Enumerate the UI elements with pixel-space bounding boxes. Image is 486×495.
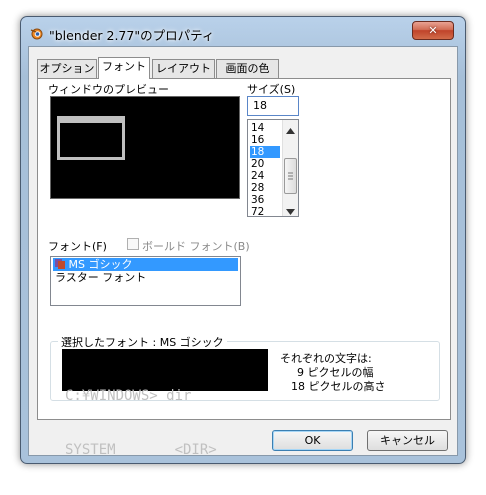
- tab-label: フォント: [102, 60, 146, 73]
- size-option[interactable]: 20: [250, 158, 280, 170]
- cancel-button[interactable]: キャンセル: [367, 430, 448, 451]
- scrollbar-thumb[interactable]: [284, 158, 297, 194]
- bold-font-label: ボールド フォント(B): [142, 240, 250, 253]
- size-option[interactable]: 36: [250, 194, 280, 206]
- font-option-selected[interactable]: MS ゴシック: [53, 258, 238, 271]
- tab-layout[interactable]: レイアウト: [152, 59, 215, 78]
- sample-line: C:¥WINDOWS> dir: [65, 388, 192, 404]
- truetype-font-icon: [55, 259, 65, 269]
- size-option-selected[interactable]: 18: [250, 146, 280, 158]
- font-tab-panel: ウィンドウのプレビュー サイズ(S) 18 14 16 18 20 24 28 …: [37, 78, 451, 458]
- font-option-label: MS ゴシック: [68, 258, 133, 271]
- size-list[interactable]: 14 16 18 20 24 28 36 72: [247, 119, 299, 217]
- sample-line: SYSTEM <DIR>: [65, 442, 217, 458]
- size-option[interactable]: 72: [250, 206, 280, 216]
- ok-button[interactable]: OK: [272, 430, 353, 451]
- font-list[interactable]: MS ゴシック ラスター フォント: [50, 256, 241, 306]
- size-option[interactable]: 24: [250, 170, 280, 182]
- preview-mini-titlebar: [60, 119, 122, 123]
- close-icon: ✕: [428, 24, 438, 37]
- selected-font-title: 選択したフォント : MS ゴシック: [58, 334, 227, 350]
- size-option[interactable]: 28: [250, 182, 280, 194]
- scroll-up-icon[interactable]: [286, 124, 295, 137]
- tab-font[interactable]: フォント: [98, 57, 150, 79]
- preview-label: ウィンドウのプレビュー: [48, 83, 169, 96]
- size-input[interactable]: 18: [247, 96, 299, 116]
- tab-screen-colors[interactable]: 画面の色: [216, 59, 279, 78]
- font-option[interactable]: ラスター フォント: [53, 271, 238, 284]
- dialog-body: オプション フォント レイアウト 画面の色 ウィンドウのプレビュー サイズ(S)…: [28, 46, 458, 458]
- title-bar[interactable]: "blender 2.77"のプロパティ ✕: [21, 17, 465, 47]
- font-sample: C:¥WINDOWS> dir SYSTEM <DIR>: [62, 349, 268, 458]
- console-app-icon: [30, 26, 44, 40]
- size-scrollbar[interactable]: [282, 120, 298, 216]
- scroll-down-icon[interactable]: [286, 205, 295, 216]
- bold-font-checkbox[interactable]: [127, 238, 139, 250]
- preview-mini-window: [57, 116, 125, 160]
- tab-label: オプション: [39, 62, 95, 75]
- font-label: フォント(F): [48, 240, 107, 253]
- tab-options[interactable]: オプション: [37, 59, 97, 78]
- properties-window: "blender 2.77"のプロパティ ✕ オプション フォント レイアウト …: [20, 16, 466, 464]
- size-label: サイズ(S): [247, 83, 296, 96]
- window-title: "blender 2.77"のプロパティ: [49, 28, 215, 43]
- size-option[interactable]: 16: [250, 134, 280, 146]
- tab-label: 画面の色: [225, 62, 270, 75]
- tab-label: レイアウト: [156, 62, 211, 75]
- char-height-info: 18 ピクセルの高さ: [291, 380, 386, 393]
- close-button[interactable]: ✕: [412, 21, 454, 40]
- window-preview: [50, 96, 240, 199]
- size-option[interactable]: 14: [250, 122, 280, 134]
